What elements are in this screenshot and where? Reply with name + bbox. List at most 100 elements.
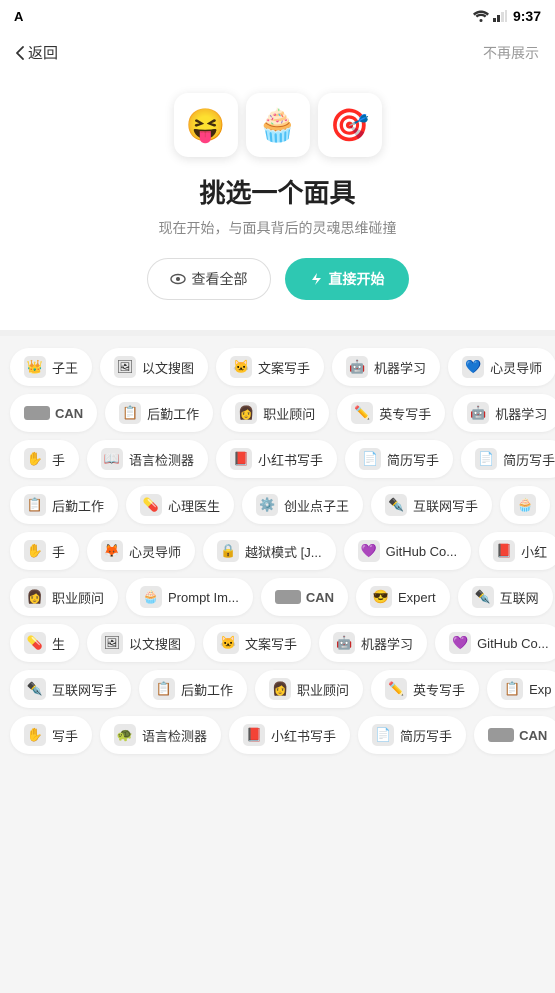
cards-row-3: 📋后勤工作 💊 心理医生 ⚙️创业点子王✒️互联网写手🧁 bbox=[0, 482, 555, 528]
card-label: 文案写手 bbox=[258, 358, 310, 377]
no-show-button[interactable]: 不再展示 bbox=[483, 43, 539, 63]
card-icon: ✋ bbox=[24, 540, 46, 562]
cards-row-0: 👑子王🖼以文搜图 🐱 文案写手 🤖机器学习 💙 心灵导师 bbox=[0, 344, 555, 390]
can-icon bbox=[24, 406, 50, 420]
card-icon: 👩 bbox=[269, 678, 291, 700]
card-label: 后勤工作 bbox=[52, 496, 104, 515]
card-item-3-4[interactable]: 🧁 bbox=[500, 486, 550, 524]
card-label: 心灵导师 bbox=[129, 542, 181, 561]
card-label: GitHub Co... bbox=[386, 544, 458, 559]
card-item-2-0[interactable]: ✋手 bbox=[10, 440, 79, 478]
can-icon bbox=[275, 590, 301, 604]
wifi-icon bbox=[473, 10, 489, 22]
card-icon: 💜 bbox=[449, 632, 471, 654]
card-item-5-0[interactable]: 👩职业顾问 bbox=[10, 578, 118, 616]
card-label: 以文搜图 bbox=[142, 358, 194, 377]
card-item-6-1[interactable]: 🖼以文搜图 bbox=[87, 624, 195, 662]
card-item-5-4[interactable]: ✒️ 互联网 bbox=[458, 578, 553, 616]
card-item-2-3[interactable]: 📄 简历写手 bbox=[345, 440, 453, 478]
card-item-2-4[interactable]: 📄简历写手 bbox=[461, 440, 555, 478]
eye-icon bbox=[170, 271, 186, 287]
card-item-4-1[interactable]: 🦊 心灵导师 bbox=[87, 532, 195, 570]
card-item-3-1[interactable]: 💊 心理医生 bbox=[126, 486, 234, 524]
card-icon: 💊 bbox=[140, 494, 162, 516]
card-item-8-2[interactable]: 📕小红书写手 bbox=[229, 716, 350, 754]
lightning-icon bbox=[309, 272, 323, 286]
card-item-7-1[interactable]: 📋后勤工作 bbox=[139, 670, 247, 708]
card-item-4-4[interactable]: 📕小红 bbox=[479, 532, 555, 570]
card-item-0-4[interactable]: 💙 心灵导师 bbox=[448, 348, 555, 386]
card-item-0-3[interactable]: 🤖机器学习 bbox=[332, 348, 440, 386]
signal-icon bbox=[493, 10, 507, 22]
cards-area: 👑子王🖼以文搜图🐱文案写手🤖机器学习💙心灵导师CAN📋后勤工作👩职业顾问✏️英专… bbox=[0, 336, 555, 766]
card-item-3-0[interactable]: 📋后勤工作 bbox=[10, 486, 118, 524]
card-item-4-0[interactable]: ✋手 bbox=[10, 532, 79, 570]
card-label: 生 bbox=[52, 634, 65, 653]
card-icon: 📖 bbox=[101, 448, 123, 470]
card-item-2-1[interactable]: 📖 语言检测器 bbox=[87, 440, 208, 478]
card-label: 语言检测器 bbox=[129, 450, 194, 469]
card-item-8-0[interactable]: ✋写手 bbox=[10, 716, 92, 754]
card-can-8-4[interactable]: CAN bbox=[474, 716, 555, 754]
card-item-0-2[interactable]: 🐱 文案写手 bbox=[216, 348, 324, 386]
card-item-7-4[interactable]: 📋Exp bbox=[487, 670, 555, 708]
card-label: 心理医生 bbox=[168, 496, 220, 515]
card-label: 心灵导师 bbox=[490, 358, 542, 377]
card-label: 以文搜图 bbox=[129, 634, 181, 653]
cards-row-8: ✋写手🐢语言检测器📕小红书写手📄简历写手CAN bbox=[0, 712, 555, 758]
card-icon: 🐱 bbox=[230, 356, 252, 378]
status-bar: A 9:37 bbox=[0, 0, 555, 32]
card-item-6-2[interactable]: 🐱文案写手 bbox=[203, 624, 311, 662]
card-item-0-1[interactable]: 🖼以文搜图 bbox=[100, 348, 208, 386]
card-icon: 🐢 bbox=[114, 724, 136, 746]
status-icons bbox=[473, 10, 507, 22]
emoji-card-3: 🎯 bbox=[318, 93, 382, 157]
card-label: GitHub Co... bbox=[477, 636, 549, 651]
card-icon: 🤖 bbox=[333, 632, 355, 654]
card-label: 职业顾问 bbox=[52, 588, 104, 607]
card-label: 职业顾问 bbox=[297, 680, 349, 699]
card-icon: 💜 bbox=[358, 540, 380, 562]
card-item-5-3[interactable]: 😎Expert bbox=[356, 578, 450, 616]
card-can-5-2[interactable]: CAN bbox=[261, 578, 348, 616]
card-label: 手 bbox=[52, 542, 65, 561]
hero-buttons: 查看全部 直接开始 bbox=[147, 258, 409, 300]
card-item-1-2[interactable]: 👩职业顾问 bbox=[221, 394, 329, 432]
card-item-8-1[interactable]: 🐢语言检测器 bbox=[100, 716, 221, 754]
card-icon: 🐱 bbox=[217, 632, 239, 654]
card-item-1-4[interactable]: 🤖机器学习 bbox=[453, 394, 555, 432]
start-button[interactable]: 直接开始 bbox=[285, 258, 409, 300]
card-item-6-0[interactable]: 💊生 bbox=[10, 624, 79, 662]
can-label: CAN bbox=[55, 406, 83, 421]
card-can-1-0[interactable]: CAN bbox=[10, 394, 97, 432]
can-icon bbox=[488, 728, 514, 742]
card-item-7-3[interactable]: ✏️英专写手 bbox=[371, 670, 479, 708]
card-item-1-1[interactable]: 📋后勤工作 bbox=[105, 394, 213, 432]
card-item-1-3[interactable]: ✏️英专写手 bbox=[337, 394, 445, 432]
back-button[interactable]: 返回 bbox=[16, 42, 58, 63]
cards-row-1: CAN 📋后勤工作👩职业顾问✏️英专写手🤖机器学习 bbox=[0, 390, 555, 436]
card-label: 创业点子王 bbox=[284, 496, 349, 515]
card-item-7-0[interactable]: ✒️互联网写手 bbox=[10, 670, 131, 708]
card-label: 简历写手 bbox=[387, 450, 439, 469]
card-item-2-2[interactable]: 📕小红书写手 bbox=[216, 440, 337, 478]
card-item-8-3[interactable]: 📄简历写手 bbox=[358, 716, 466, 754]
view-all-button[interactable]: 查看全部 bbox=[147, 258, 271, 300]
card-item-4-3[interactable]: 💜 GitHub Co... bbox=[344, 532, 472, 570]
card-icon: 🦊 bbox=[101, 540, 123, 562]
card-icon: 💙 bbox=[462, 356, 484, 378]
card-label: 小红书写手 bbox=[271, 726, 336, 745]
card-item-6-3[interactable]: 🤖机器学习 bbox=[319, 624, 427, 662]
card-icon: ✒️ bbox=[472, 586, 494, 608]
card-item-4-2[interactable]: 🔒越狱模式 [J... bbox=[203, 532, 336, 570]
card-item-0-0[interactable]: 👑子王 bbox=[10, 348, 92, 386]
card-label: 互联网 bbox=[500, 588, 539, 607]
card-item-5-1[interactable]: 🧁Prompt Im... bbox=[126, 578, 253, 616]
card-item-6-4[interactable]: 💜 GitHub Co... bbox=[435, 624, 555, 662]
card-icon: 📄 bbox=[359, 448, 381, 470]
card-item-3-3[interactable]: ✒️互联网写手 bbox=[371, 486, 492, 524]
card-item-7-2[interactable]: 👩 职业顾问 bbox=[255, 670, 363, 708]
card-item-3-2[interactable]: ⚙️创业点子王 bbox=[242, 486, 363, 524]
card-icon: 😎 bbox=[370, 586, 392, 608]
card-icon: 📋 bbox=[501, 678, 523, 700]
